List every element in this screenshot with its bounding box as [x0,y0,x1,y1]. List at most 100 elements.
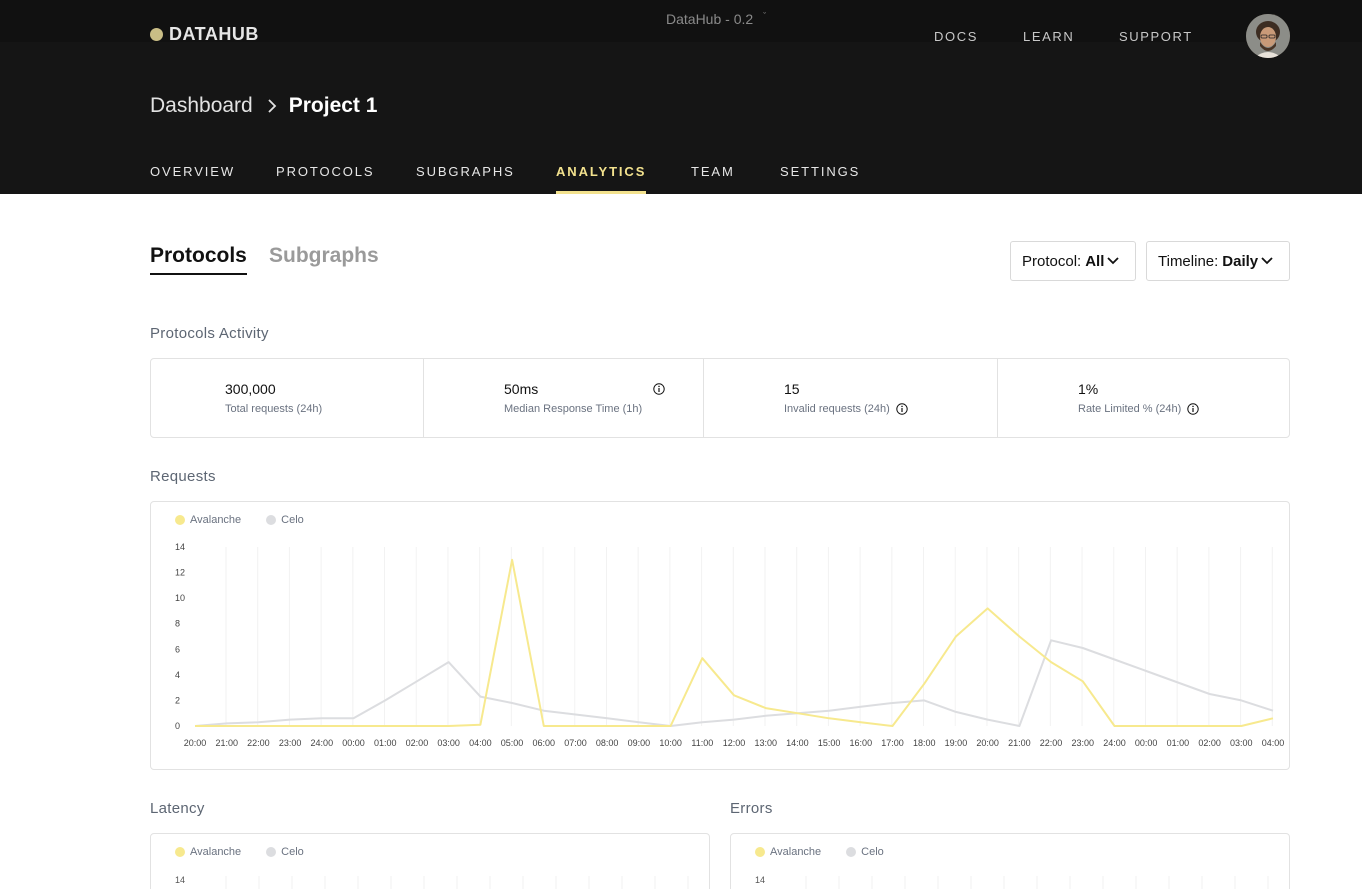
activity-stats: 300,000 Total requests (24h) 50ms Median… [150,358,1290,438]
stat-value: 1% [1078,381,1099,397]
x-tick-label: 12:00 [723,738,746,748]
errors-chart: 14 [755,875,1269,889]
latency-chart: 14 [175,875,689,889]
version-selector[interactable]: DataHub - 0.2 ˇ [666,11,766,27]
stat-value: 300,000 [225,381,276,397]
x-tick-label: 02:00 [406,738,429,748]
timeline-filter-value: Daily [1222,252,1259,270]
stat-total-requests: 300,000 Total requests (24h) [151,359,424,437]
x-tick-label: 04:00 [1262,738,1285,748]
latency-title: Latency [150,800,205,817]
x-tick-label: 23:00 [279,738,302,748]
x-tick-label: 03:00 [437,738,460,748]
y-tick-label: 6 [175,644,180,654]
logo-dot-icon [150,28,163,41]
x-tick-label: 20:00 [976,738,999,748]
x-tick-label: 05:00 [501,738,524,748]
chevron-down-icon [1107,257,1120,265]
x-tick-label: 19:00 [945,738,968,748]
protocol-filter-dropdown[interactable]: Protocol: All [1010,241,1136,281]
y-tick-label: 10 [175,593,185,603]
info-icon[interactable] [896,403,908,415]
tab-protocols[interactable]: PROTOCOLS [276,164,375,194]
tab-team[interactable]: TEAM [691,164,735,194]
info-icon[interactable] [653,383,665,395]
series-line-avalanche [195,558,1274,727]
x-tick-label: 21:00 [215,738,238,748]
protocol-filter-value: All [1085,252,1105,270]
x-tick-label: 22:00 [1040,738,1063,748]
x-tick-label: 03:00 [1230,738,1253,748]
x-tick-label: 00:00 [342,738,365,748]
stat-label-text: Total requests (24h) [225,403,323,415]
grid-lines [805,876,1269,889]
x-tick-label: 07:00 [564,738,587,748]
stat-label: Rate Limited % (24h) [1078,403,1200,415]
subtab-subgraphs[interactable]: Subgraphs [269,244,379,268]
requests-chart-card: Avalanche Celo 0 2 4 6 8 10 12 14 20:00 21:00 22:0… [150,501,1290,770]
y-tick-label: 2 [175,695,180,705]
nav-support[interactable]: SUPPORT [1119,29,1193,44]
x-tick-label: 17:00 [881,738,904,748]
y-tick-label: 0 [175,721,180,731]
tab-overview[interactable]: OVERVIEW [150,164,235,194]
requests-chart: 0 2 4 6 8 10 12 14 20:00 21:00 22:00 23:00 24:00 00:0… [175,542,1285,748]
stat-invalid-requests: 15 Invalid requests (24h) [704,359,998,437]
x-tick-label: 16:00 [850,738,873,748]
breadcrumb-current: Project 1 [288,94,378,117]
series-line-celo [194,639,1274,727]
x-tick-label: 02:00 [1198,738,1221,748]
protocol-filter-label: Protocol: [1022,252,1082,270]
avatar[interactable] [1246,14,1290,58]
avatar-image [1246,14,1290,58]
breadcrumb-dashboard[interactable]: Dashboard [150,94,253,118]
stat-label-text: Invalid requests (24h) [784,403,890,415]
x-tick-label: 08:00 [596,738,619,748]
stat-value: 50ms [504,381,539,397]
subtab-protocols[interactable]: Protocols [150,244,247,275]
x-tick-label: 22:00 [247,738,270,748]
stat-label: Invalid requests (24h) [784,403,908,415]
logo[interactable]: DATAHUB [150,24,259,45]
stat-label: Total requests (24h) [225,403,322,415]
y-tick-label: 14 [755,875,765,885]
timeline-filter-label: Timeline: [1158,252,1219,270]
x-tick-label: 13:00 [754,738,777,748]
x-tick-label: 01:00 [374,738,397,748]
x-tick-label: 06:00 [532,738,555,748]
x-tick-label: 24:00 [1103,738,1126,748]
errors-chart-card: Avalanche Celo 14 [730,833,1290,889]
x-tick-label: 20:00 [184,738,207,748]
tab-analytics[interactable]: ANALYTICS [556,164,647,194]
stat-median-response: 50ms Median Response Time (1h) [424,359,704,437]
x-tick-label: 23:00 [1071,738,1094,748]
stat-rate-limited: 1% Rate Limited % (24h) [998,359,1289,437]
x-tick-label: 01:00 [1167,738,1190,748]
x-tick-label: 04:00 [469,738,492,748]
nav-learn[interactable]: LEARN [1023,29,1074,44]
breadcrumb: Dashboard Project 1 [150,94,377,118]
timeline-filter-dropdown[interactable]: Timeline: Daily [1146,241,1290,281]
x-tick-label: 09:00 [628,738,651,748]
logo-text: DATAHUB [169,24,259,44]
y-tick-label: 14 [175,875,185,885]
chevron-right-icon [267,98,277,114]
stat-value: 15 [784,381,800,397]
info-icon[interactable] [1187,403,1200,415]
chevron-down-icon: ˇ [763,11,767,21]
stat-label-text: Rate Limited % (24h) [1078,403,1182,415]
chevron-down-icon [1261,257,1273,265]
activity-title: Protocols Activity [150,325,269,342]
y-tick-label: 14 [175,542,185,552]
tab-subgraphs[interactable]: SUBGRAPHS [416,164,515,194]
requests-title: Requests [150,468,216,485]
version-label: DataHub - 0.2 [666,11,754,27]
x-tick-label: 14:00 [786,738,809,748]
y-tick-label: 4 [175,670,180,680]
stat-label: Median Response Time (1h) [504,403,642,415]
tab-settings[interactable]: SETTINGS [780,164,860,194]
x-tick-label: 00:00 [1135,738,1158,748]
nav-docs[interactable]: DOCS [934,29,978,44]
x-tick-label: 10:00 [659,738,682,748]
grid-lines [225,876,689,889]
